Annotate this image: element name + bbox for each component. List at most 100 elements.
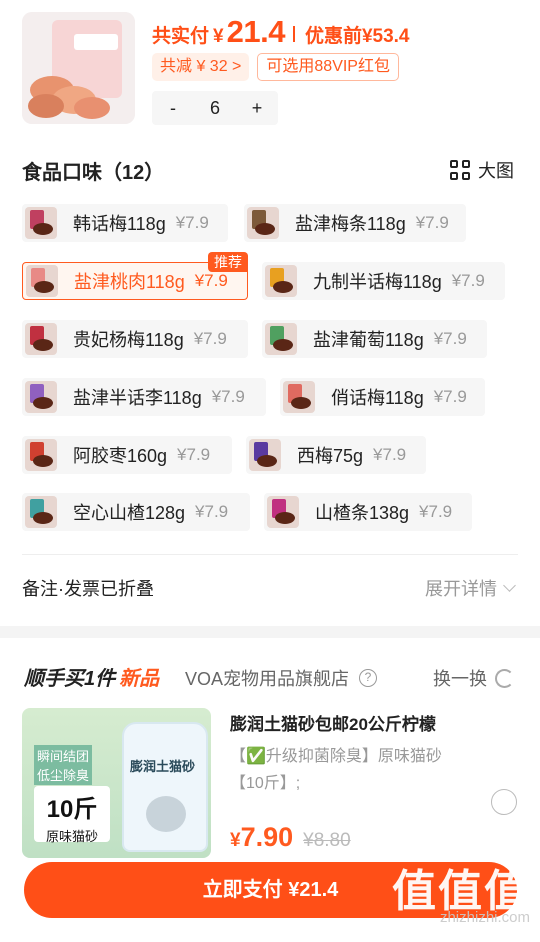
flavor-option[interactable]: 九制半话梅118g ¥7.9 [262,262,505,300]
flavor-name: 阿胶枣160g [73,446,168,466]
weight-text: 10斤 [46,796,98,823]
flavor-name: 俏话梅118g [331,388,424,408]
addon-price: ¥ 7.90 ¥8.80 [230,822,351,853]
big-view-label: 大图 [478,161,514,181]
flavor-thumbnail [265,323,297,355]
shop-info[interactable]: VOA宠物用品旗舰店 ? [185,665,378,691]
flavor-thumbnail [25,496,57,528]
flavor-section-title: 食品口味（12） [22,162,165,184]
flavor-name: 贵妃杨梅118g [73,330,184,350]
minus-button[interactable]: - [152,91,194,125]
flavor-price: ¥7.9 [419,502,453,521]
promo-tags: 共减 ¥ 32 > 可选用88VIP红包 [152,53,399,81]
flavor-thumbnail [267,496,299,528]
buy-along-label: 顺手买1件 [24,668,116,690]
section-gap [0,626,540,638]
flavor-name: 西梅75g [297,446,364,466]
flavor-thumbnail [25,439,57,471]
buy-along-title: 顺手买1件 新品 [24,662,159,691]
flavor-name: 九制半话梅118g [313,272,442,292]
cat-litter-image[interactable]: 瞬间结团 低尘除臭 10斤 原味猫砂 膨润土猫砂 [22,708,211,858]
new-label: 新品 [119,668,160,690]
flavor-option[interactable]: 西梅75g ¥7.9 [246,436,426,474]
flavor-name: 盐津半话李118g [73,388,202,408]
question-icon[interactable]: ? [359,669,378,687]
addon-price-value: 7.90 [240,822,294,852]
currency-symbol: ¥ [213,26,224,47]
flavor-option[interactable]: 空心山楂128g ¥7.9 [22,493,250,531]
divider [22,554,518,555]
chevron-down-icon [503,579,516,592]
swap-button[interactable]: 换一换 [433,665,514,691]
expand-label: 展开详情 [425,579,497,599]
price-separator [292,26,295,42]
quantity-value[interactable]: 6 [194,91,236,125]
flavor-thumbnail [283,381,315,413]
big-view-toggle[interactable]: 大图 [450,157,514,183]
flavor-price: ¥7.9 [433,387,467,406]
flavor-price: ¥7.9 [177,445,211,464]
discount-tag[interactable]: 共减 ¥ 32 > [152,53,250,81]
flavor-option[interactable]: 山楂条138g ¥7.9 [264,493,472,531]
flavor-option[interactable]: 盐津半话李118g ¥7.9 [22,378,266,416]
flavor-name: 山楂条138g [315,503,410,523]
plus-button[interactable]: + [236,91,278,125]
flavor-thumbnail [249,439,281,471]
flavor-option[interactable]: 俏话梅118g ¥7.9 [280,378,485,416]
paid-price-line: 共实付 ¥ 21.4 优惠前 ¥53.4 [152,14,410,54]
flavor-thumbnail [247,207,279,239]
flavor-option[interactable]: 盐津葡萄118g ¥7.9 [262,320,487,358]
flavor-price: ¥7.9 [415,213,449,232]
flavor-name: 空心山楂128g [73,503,186,523]
refresh-icon [495,668,514,688]
swap-label: 换一换 [433,669,487,689]
flavor-price: ¥7.9 [211,387,245,406]
flavor-option[interactable]: 盐津桃肉118g ¥7.9 推荐 [22,252,248,300]
flavor-name: 盐津梅条118g [295,214,406,234]
flavor-price: ¥7.9 [193,329,227,348]
flavor-thumbnail [25,381,57,413]
flavor-price: ¥7.9 [194,271,228,290]
flavor-name: 盐津葡萄118g [313,330,424,350]
cat-mascot-icon [146,796,186,832]
flavor-option[interactable]: 盐津梅条118g ¥7.9 [244,204,466,242]
flavor-price: ¥7.9 [175,213,209,232]
quantity-stepper: - 6 + [152,91,278,125]
product-thumbnail[interactable] [22,12,135,124]
flavor-thumbnail [25,323,57,355]
addon-product-subtitle: 【✅升级抑菌除臭】原味猫砂【10斤】; [230,748,442,792]
flavor-price: ¥7.9 [373,445,407,464]
flavor-thumbnail [25,207,57,239]
flavor-text: 原味猫砂 [45,829,98,844]
flavor-name: 韩话梅118g [73,214,166,234]
flavor-option[interactable]: 贵妃杨梅118g ¥7.9 [22,320,248,358]
addon-product-title[interactable]: 膨润土猫砂包邮20公斤柠檬 [230,710,436,735]
img-text-2: 低尘除臭 [34,764,93,785]
paid-amount: 21.4 [226,14,286,49]
flavor-price: ¥7.9 [195,502,229,521]
paid-label: 共实付 [152,26,210,47]
expand-details-button[interactable]: 展开详情 [425,575,516,601]
recommend-badge: 推荐 [208,252,248,272]
original-price: ¥53.4 [361,26,410,47]
original-label: 优惠前 [304,26,362,47]
flavor-option[interactable]: 阿胶枣160g ¥7.9 [22,436,232,474]
flavor-price: ¥7.9 [451,271,485,290]
weight-box: 10斤 原味猫砂 [34,786,110,844]
img-text-1: 瞬间结团 [34,745,93,766]
addon-currency: ¥ [230,830,241,851]
flavor-price: ¥7.9 [433,329,467,348]
remark-invoice-label: 备注·发票已折叠 [22,579,154,599]
addon-select-radio[interactable] [491,789,517,815]
flavor-thumbnail [265,265,297,297]
flavor-thumbnail [26,265,58,297]
vip-redpacket-tag[interactable]: 可选用88VIP红包 [257,53,399,81]
litter-bag: 膨润土猫砂 [122,722,208,852]
flavor-option[interactable]: 韩话梅118g ¥7.9 [22,204,228,242]
grid-icon [450,160,470,180]
watermark-url: zhizhizhi.com [439,909,530,926]
bag-label: 膨润土猫砂 [130,759,196,774]
addon-original-price: ¥8.80 [303,830,351,851]
flavor-name: 盐津桃肉118g [74,272,185,292]
shop-name: VOA宠物用品旗舰店 [185,669,350,689]
